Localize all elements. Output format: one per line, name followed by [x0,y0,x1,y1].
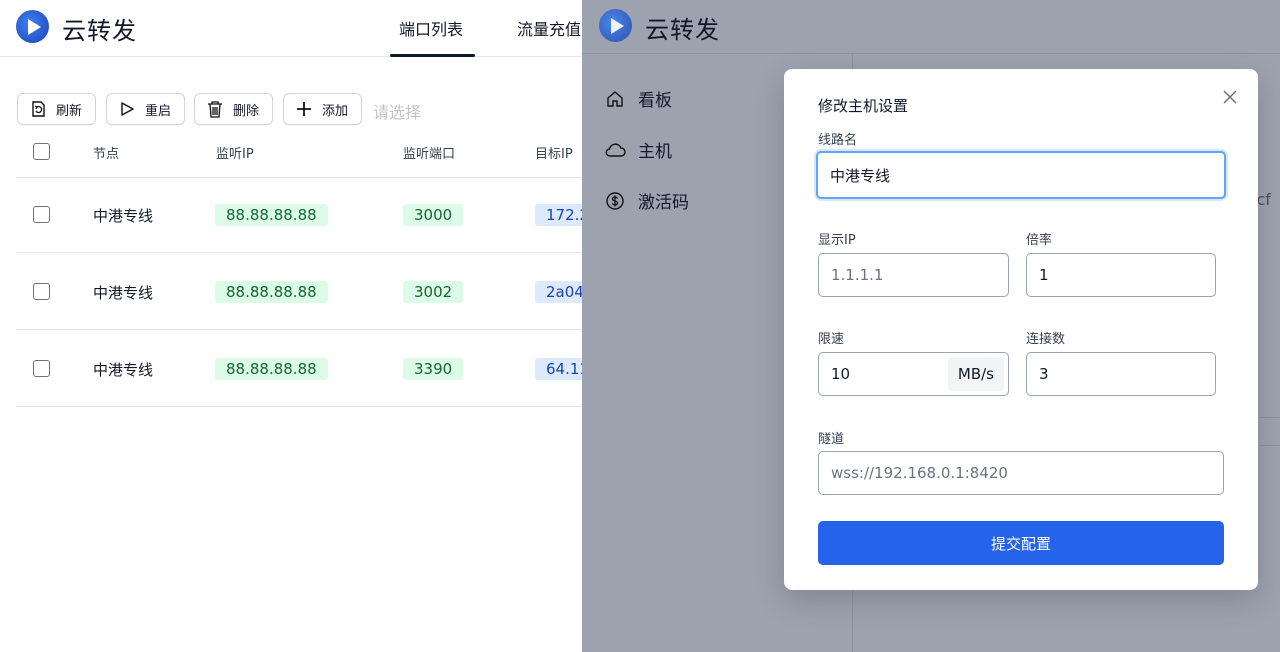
brand-name: 云转发 [62,17,137,45]
listen-ip-tag: 88.88.88.88 [215,358,328,380]
add-label: 添加 [322,103,349,119]
display-ip-placeholder: 1.1.1.1 [831,266,884,284]
background-divider [1260,445,1280,446]
speed-limit-unit: MB/s [947,357,1004,391]
logo-icon [16,10,49,43]
tab-port-list[interactable]: 端口列表 [399,16,463,40]
table-row[interactable]: 中港专线 88.88.88.88 3002 2a04 [16,254,582,330]
line-name-label: 线路名 [818,133,858,148]
sidebar-item-label: 看板 [638,91,672,111]
dollar-icon [604,190,626,212]
submit-config-button[interactable]: 提交配置 [818,521,1224,565]
header-listen-ip: 监听IP [216,147,254,162]
modal-title: 修改主机设置 [818,97,909,115]
row-checkbox[interactable] [33,283,50,300]
plus-icon [294,99,314,119]
listen-ip-tag: 88.88.88.88 [215,281,328,303]
refresh-button[interactable]: 刷新 [17,93,96,125]
connections-field[interactable]: 3 [1026,352,1216,396]
refresh-icon [28,99,48,119]
sidebar-item-dashboard[interactable]: 看板 [604,86,672,111]
header-target-ip: 目标IP [535,147,573,162]
node-name: 中港专线 [93,284,154,302]
sidebar-item-label: 主机 [638,142,672,162]
home-icon [604,88,626,110]
cloud-icon [604,139,626,161]
connections-value: 3 [1039,365,1049,383]
speed-limit-field[interactable]: 10 MB/s [818,352,1009,396]
row-checkbox[interactable] [33,360,50,377]
delete-button[interactable]: 删除 [194,93,273,125]
brand-name: 云转发 [645,16,720,44]
display-ip-label: 显示IP [818,233,856,248]
play-icon [117,99,137,119]
port-list-page: 云转发 端口列表 流量充值 刷新 重启 删除 添加 请选择 节点 监听IP 监听… [0,0,582,652]
delete-label: 删除 [233,103,260,119]
target-ip-tag: 172.2 [535,204,582,226]
row-checkbox[interactable] [33,206,50,223]
trash-icon [205,99,225,119]
sidebar-item-hosts[interactable]: 主机 [604,137,672,162]
restart-label: 重启 [145,103,172,119]
listen-ip-tag: 88.88.88.88 [215,204,328,226]
sidebar-item-activation-code[interactable]: 激活码 [604,188,689,213]
host-page-header: 云转发 [582,0,1280,54]
listen-port-tag: 3390 [403,358,464,380]
header-listen-port: 监听端口 [403,147,456,162]
display-ip-field[interactable]: 1.1.1.1 [818,253,1009,297]
rate-value: 1 [1039,266,1049,284]
tunnel-field[interactable]: wss://192.168.0.1:8420 [818,451,1224,495]
tunnel-placeholder: wss://192.168.0.1:8420 [831,464,1008,482]
connections-label: 连接数 [1026,332,1066,347]
top-nav-bar: 云转发 端口列表 流量充值 [0,0,582,57]
restart-button[interactable]: 重启 [106,93,185,125]
listen-port-tag: 3000 [403,204,464,226]
logo-icon [599,9,632,42]
node-name: 中港专线 [93,361,154,379]
target-ip-tag: 2a04 [535,281,582,303]
speed-limit-label: 限速 [818,332,845,347]
line-name-value: 中港专线 [830,166,891,185]
rate-field[interactable]: 1 [1026,253,1216,297]
tab-traffic-recharge[interactable]: 流量充值 [517,16,581,40]
table-row[interactable]: 中港专线 88.88.88.88 3000 172.2 [16,177,582,253]
background-divider [1260,417,1280,418]
line-name-field[interactable]: 中港专线 [816,151,1226,199]
table-row[interactable]: 中港专线 88.88.88.88 3390 64.11 [16,331,582,407]
target-ip-tag: 64.11 [535,358,582,380]
node-name: 中港专线 [93,207,154,225]
sidebar-item-label: 激活码 [638,193,689,213]
tunnel-label: 隧道 [818,432,845,447]
close-icon[interactable] [1220,87,1240,107]
active-tab-indicator [390,54,475,57]
add-button[interactable]: 添加 [283,93,362,125]
select-all-checkbox[interactable] [33,143,50,160]
edit-host-modal: 修改主机设置 线路名 中港专线 显示IP 1.1.1.1 倍率 1 限速 10 … [784,69,1258,590]
rate-label: 倍率 [1026,233,1053,248]
refresh-label: 刷新 [56,103,83,119]
speed-limit-value: 10 [831,365,851,383]
listen-port-tag: 3002 [403,281,464,303]
header-node: 节点 [93,147,120,162]
filter-select[interactable]: 请选择 [373,99,421,123]
